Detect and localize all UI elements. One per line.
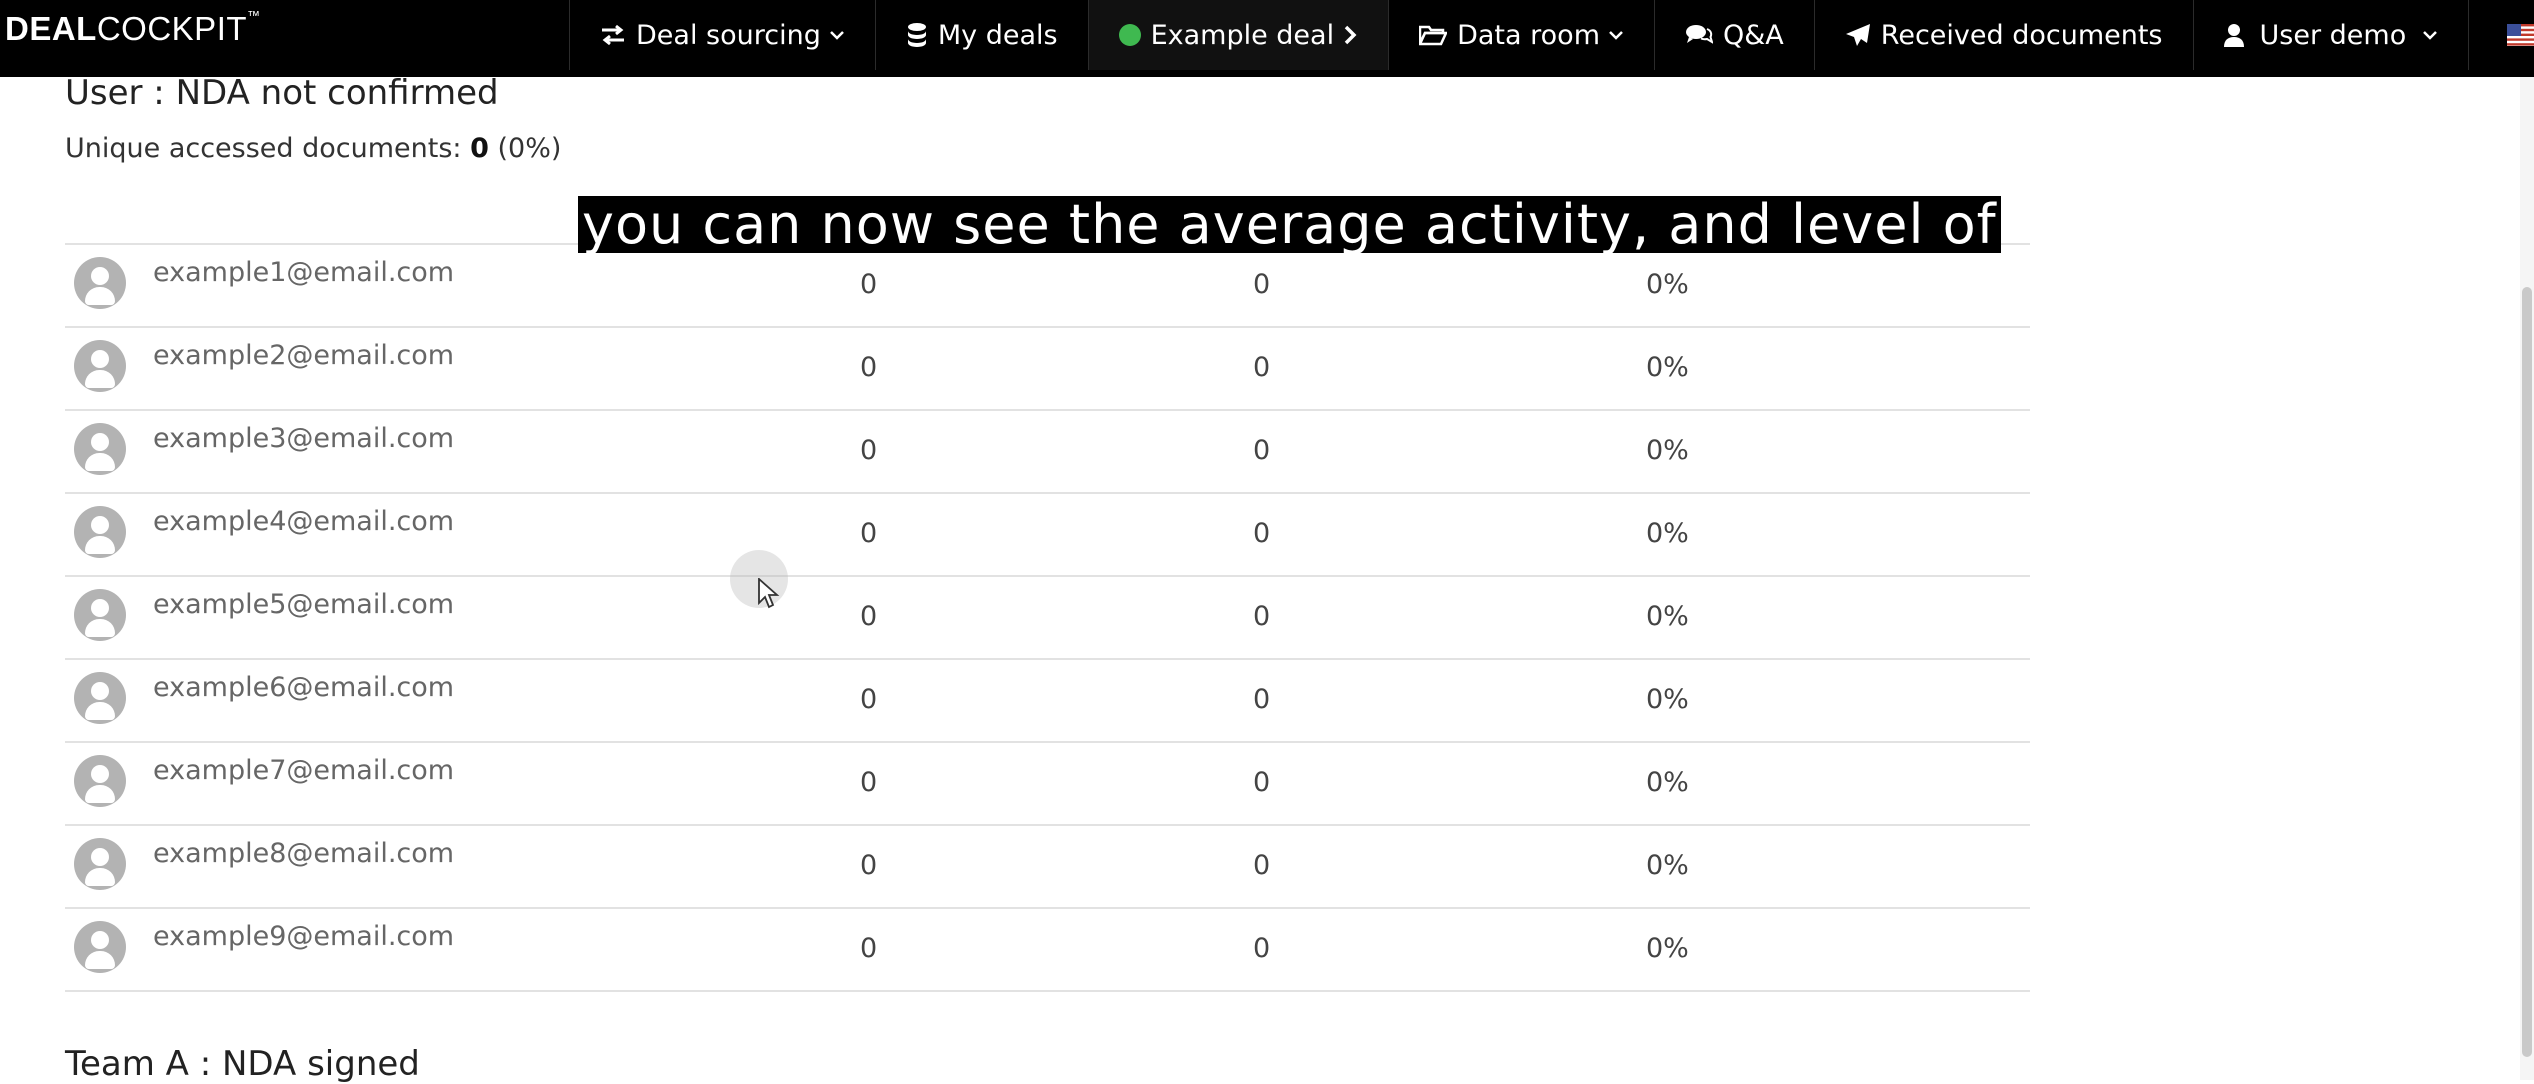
cell-value-2: 0 — [1253, 933, 1271, 964]
cell-value-1: 0 — [860, 850, 878, 881]
user-email[interactable]: example7@email.com — [153, 755, 454, 786]
comments-icon — [1685, 24, 1713, 46]
user-icon — [2223, 23, 2244, 47]
folder-open-icon — [1419, 24, 1448, 46]
mouse-cursor-icon — [758, 576, 780, 614]
table-row[interactable]: example5@email.com 0 0 0% — [65, 577, 2030, 660]
table-row[interactable]: example9@email.com 0 0 0% — [65, 909, 2030, 992]
stat-value: 0 — [470, 133, 489, 164]
cell-percent: 0% — [1646, 352, 1689, 383]
nav-example-deal[interactable]: Example deal — [1087, 0, 1389, 70]
user-email[interactable]: example5@email.com — [153, 589, 454, 620]
cell-percent: 0% — [1646, 684, 1689, 715]
user-activity-table: example1@email.com 0 0 0% example2@email.com… — [65, 243, 2030, 992]
paper-plane-icon — [1845, 23, 1871, 47]
table-row[interactable]: example2@email.com 0 0 0% — [65, 328, 2030, 411]
avatar — [74, 340, 126, 392]
nav-deal-sourcing-label: Deal sourcing — [636, 19, 821, 51]
table-row[interactable]: example1@email.com 0 0 0% — [65, 245, 2030, 328]
user-email[interactable]: example8@email.com — [153, 838, 454, 869]
video-caption: you can now see the average activity, an… — [578, 196, 2001, 253]
chevron-down-icon — [829, 29, 845, 41]
cell-percent: 0% — [1646, 518, 1689, 549]
cell-value-2: 0 — [1253, 684, 1271, 715]
nav-my-deals-label: My deals — [937, 19, 1058, 51]
nav-deal-sourcing[interactable]: Deal sourcing — [569, 0, 875, 70]
nav-data-room-label: Data room — [1457, 19, 1600, 51]
cell-value-1: 0 — [860, 933, 878, 964]
user-email[interactable]: example3@email.com — [153, 423, 454, 454]
status-dot-icon — [1118, 24, 1141, 46]
avatar — [74, 672, 126, 724]
avatar — [74, 257, 126, 309]
avatar — [74, 921, 126, 973]
exchange-icon — [600, 24, 626, 46]
cell-percent: 0% — [1646, 601, 1689, 632]
cell-value-2: 0 — [1253, 850, 1271, 881]
group-title: User : NDA not confirmed — [65, 73, 499, 113]
brand-light: COCKPIT — [96, 10, 248, 47]
page-scrollbar[interactable] — [2520, 77, 2534, 1080]
avatar — [74, 838, 126, 890]
cell-value-1: 0 — [860, 435, 878, 466]
us-flag-icon — [2507, 24, 2534, 46]
cell-value-1: 0 — [860, 518, 878, 549]
nav-user-menu[interactable]: User demo — [2192, 0, 2469, 70]
chevron-right-icon — [1342, 24, 1358, 46]
cell-value-2: 0 — [1253, 601, 1271, 632]
avatar — [74, 589, 126, 641]
cell-value-1: 0 — [860, 269, 878, 300]
cell-value-1: 0 — [860, 684, 878, 715]
nav-received-documents[interactable]: Received documents — [1813, 0, 2193, 70]
stat-percent: (0%) — [497, 133, 562, 164]
avatar — [74, 755, 126, 807]
brand-tm: ™ — [247, 8, 261, 23]
cell-value-1: 0 — [860, 767, 878, 798]
cell-value-1: 0 — [860, 601, 878, 632]
table-row[interactable]: example3@email.com 0 0 0% — [65, 411, 2030, 494]
user-email[interactable]: example2@email.com — [153, 340, 454, 371]
cell-value-2: 0 — [1253, 435, 1271, 466]
top-navbar: DEALCOCKPIT™ Deal sourcing My deals Exam… — [0, 0, 2534, 77]
brand-bold: DEAL — [5, 10, 97, 47]
main-nav: Deal sourcing My deals Example deal Data… — [569, 0, 2534, 70]
user-email[interactable]: example1@email.com — [153, 257, 454, 288]
cell-value-2: 0 — [1253, 269, 1271, 300]
user-email[interactable]: example9@email.com — [153, 921, 454, 952]
cell-value-1: 0 — [860, 352, 878, 383]
table-row[interactable]: example6@email.com 0 0 0% — [65, 660, 2030, 743]
cell-percent: 0% — [1646, 269, 1689, 300]
database-icon — [906, 22, 928, 48]
cell-value-2: 0 — [1253, 518, 1271, 549]
avatar — [74, 423, 126, 475]
cell-percent: 0% — [1646, 933, 1689, 964]
table-row[interactable]: example7@email.com 0 0 0% — [65, 743, 2030, 826]
cell-value-2: 0 — [1253, 352, 1271, 383]
cell-value-2: 0 — [1253, 767, 1271, 798]
nav-example-deal-label: Example deal — [1150, 19, 1335, 51]
chevron-down-icon — [2422, 29, 2438, 41]
nav-received-documents-label: Received documents — [1880, 19, 2163, 51]
cell-percent: 0% — [1646, 435, 1689, 466]
avatar — [74, 506, 126, 558]
table-row[interactable]: example4@email.com 0 0 0% — [65, 494, 2030, 577]
nav-qa-label: Q&A — [1723, 19, 1784, 51]
nav-qa[interactable]: Q&A — [1654, 0, 1814, 70]
scrollbar-thumb[interactable] — [2522, 287, 2532, 1057]
unique-accessed-stat: Unique accessed documents: 0 (0%) — [65, 133, 561, 164]
nav-my-deals[interactable]: My deals — [874, 0, 1088, 70]
table-row[interactable]: example8@email.com 0 0 0% — [65, 826, 2030, 909]
nav-data-room[interactable]: Data room — [1388, 0, 1654, 70]
cell-percent: 0% — [1646, 767, 1689, 798]
user-email[interactable]: example6@email.com — [153, 672, 454, 703]
chevron-down-icon — [1608, 29, 1624, 41]
user-email[interactable]: example4@email.com — [153, 506, 454, 537]
nav-user-label: User demo — [2259, 19, 2407, 51]
stat-label: Unique accessed documents: — [65, 133, 462, 164]
nav-language-select[interactable] — [2468, 0, 2534, 70]
brand-logo[interactable]: DEALCOCKPIT™ — [5, 8, 261, 48]
next-group-title: Team A : NDA signed — [65, 1044, 420, 1084]
cell-percent: 0% — [1646, 850, 1689, 881]
